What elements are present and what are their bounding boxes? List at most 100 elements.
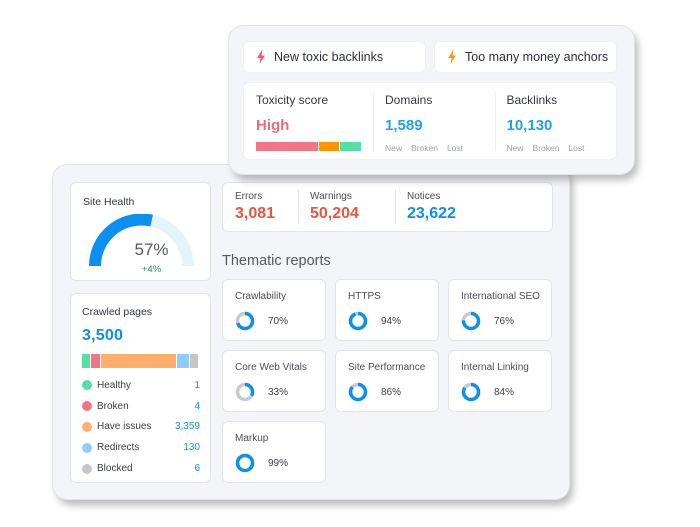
backlink-metrics-card: Toxicity score High Domains 1,589 New Br… bbox=[243, 82, 617, 160]
legend-item-broken[interactable]: Broken 4 bbox=[82, 396, 200, 417]
donut-progress-icon bbox=[461, 382, 481, 402]
toxicity-label: Toxicity score bbox=[256, 93, 329, 107]
legend-label: Redirects bbox=[97, 442, 140, 454]
warnings-value[interactable]: 50,204 bbox=[310, 205, 383, 223]
report-card-internal-linking[interactable]: Internal Linking 84% bbox=[448, 350, 552, 412]
report-card-markup[interactable]: Markup 99% bbox=[222, 421, 326, 483]
legend-label: Have issues bbox=[97, 421, 152, 433]
backlinks-label: Backlinks bbox=[506, 93, 558, 107]
report-card-core-web-vitals[interactable]: Core Web Vitals 33% bbox=[222, 350, 326, 412]
donut-fill bbox=[348, 311, 368, 331]
lightning-icon bbox=[257, 50, 265, 64]
site-health-title: Site Health bbox=[83, 196, 135, 208]
issues-summary-card: Errors 3,081 Warnings 50,204 Notices 23,… bbox=[222, 182, 553, 232]
report-card-crawlability[interactable]: Crawlability 70% bbox=[222, 279, 326, 341]
domains-new-link[interactable]: New bbox=[385, 143, 402, 153]
report-card-site-performance[interactable]: Site Performance 86% bbox=[335, 350, 439, 412]
legend-item-redirects[interactable]: Redirects 130 bbox=[82, 437, 200, 458]
report-title: Internal Linking bbox=[461, 362, 529, 373]
legend-label: Healthy bbox=[97, 379, 131, 391]
status-dot-icon bbox=[82, 380, 92, 391]
report-title: International SEO bbox=[461, 291, 540, 302]
domains-lost-link[interactable]: Lost bbox=[447, 143, 463, 153]
status-dot-icon bbox=[82, 421, 92, 432]
crawled-pages-card[interactable]: Crawled pages 3,500 Healthy 1 Broken 4 H… bbox=[70, 293, 211, 483]
status-dot-icon bbox=[82, 442, 92, 453]
toxicity-score-metric[interactable]: Toxicity score High bbox=[244, 83, 373, 159]
report-value: 84% bbox=[494, 386, 515, 398]
warnings-label: Warnings bbox=[310, 191, 352, 202]
legend-item-blocked[interactable]: Blocked 6 bbox=[82, 458, 200, 479]
backlinks-broken-link[interactable]: Broken bbox=[533, 143, 560, 153]
report-title: Markup bbox=[235, 433, 269, 444]
site-audit-panel: Site Health 57% +4% Crawled pages 3,500 … bbox=[53, 165, 569, 499]
legend-count[interactable]: 4 bbox=[194, 401, 200, 412]
legend-item-have-issues[interactable]: Have issues 3,359 bbox=[82, 417, 200, 438]
crawled-pages-total: 3,500 bbox=[82, 327, 124, 344]
donut-progress-icon bbox=[235, 382, 255, 402]
domains-value[interactable]: 1,589 bbox=[385, 117, 483, 134]
legend-label: Blocked bbox=[97, 463, 133, 475]
report-value: 70% bbox=[268, 315, 289, 327]
crawl-bar-segment bbox=[82, 354, 90, 368]
backlinks-new-link[interactable]: New bbox=[507, 143, 524, 153]
site-health-delta: +4% bbox=[141, 264, 162, 275]
report-title: Site Performance bbox=[348, 362, 426, 373]
toxicity-value: High bbox=[256, 117, 290, 134]
errors-value[interactable]: 3,081 bbox=[235, 205, 286, 223]
notices-value[interactable]: 23,622 bbox=[407, 205, 533, 223]
report-value: 33% bbox=[268, 386, 289, 398]
backlink-audit-panel: New toxic backlinks Too many money ancho… bbox=[229, 26, 634, 174]
toxicity-bar bbox=[256, 142, 361, 151]
donut-progress-icon bbox=[348, 311, 368, 331]
backlinks-lost-link[interactable]: Lost bbox=[568, 143, 584, 153]
report-value: 99% bbox=[268, 457, 289, 469]
crawled-pages-bar bbox=[82, 354, 200, 368]
backlinks-metric[interactable]: Backlinks 10,130 New Broken Lost bbox=[494, 83, 617, 159]
donut-progress-icon bbox=[461, 311, 481, 331]
report-card-https[interactable]: HTTPS 94% bbox=[335, 279, 439, 341]
legend-item-healthy[interactable]: Healthy 1 bbox=[82, 375, 200, 396]
lightning-icon bbox=[448, 50, 456, 64]
legend-count[interactable]: 3,359 bbox=[175, 421, 200, 432]
alert-label: New toxic backlinks bbox=[274, 50, 384, 64]
backlinks-value[interactable]: 10,130 bbox=[507, 117, 605, 134]
domains-metric[interactable]: Domains 1,589 New Broken Lost bbox=[373, 83, 495, 159]
report-card-international-seo[interactable]: International SEO 76% bbox=[448, 279, 552, 341]
donut-fill bbox=[235, 453, 255, 473]
status-dot-icon bbox=[82, 463, 92, 474]
donut-progress-icon bbox=[235, 453, 255, 473]
crawled-pages-title: Crawled pages bbox=[82, 306, 153, 318]
crawl-bar-segment bbox=[101, 354, 177, 368]
site-health-card[interactable]: Site Health 57% +4% bbox=[70, 182, 211, 281]
report-value: 86% bbox=[381, 386, 402, 398]
legend-label: Broken bbox=[97, 400, 129, 412]
donut-progress-icon bbox=[348, 382, 368, 402]
legend-count[interactable]: 130 bbox=[183, 442, 200, 453]
report-title: Crawlability bbox=[235, 291, 287, 302]
crawled-pages-legend: Healthy 1 Broken 4 Have issues 3,359 Red… bbox=[82, 375, 200, 479]
crawl-bar-segment bbox=[189, 354, 198, 368]
toxicity-bar-segment bbox=[340, 142, 361, 151]
report-value: 76% bbox=[494, 315, 515, 327]
domains-label: Domains bbox=[385, 93, 433, 107]
notices-label: Notices bbox=[407, 191, 441, 202]
toxicity-bar-segment bbox=[256, 142, 318, 151]
toxicity-bar-segment bbox=[318, 142, 340, 151]
thematic-reports-title: Thematic reports bbox=[222, 253, 331, 269]
legend-count[interactable]: 1 bbox=[194, 380, 200, 391]
alert-too-many-money-anchors[interactable]: Too many money anchors bbox=[434, 41, 617, 73]
alert-label: Too many money anchors bbox=[465, 50, 609, 64]
crawl-bar-segment bbox=[177, 354, 189, 368]
report-value: 94% bbox=[381, 315, 402, 327]
warnings-stat[interactable]: Warnings 50,204 bbox=[298, 183, 395, 231]
notices-stat[interactable]: Notices 23,622 bbox=[395, 183, 545, 231]
domains-broken-link[interactable]: Broken bbox=[411, 143, 438, 153]
donut-progress-icon bbox=[235, 311, 255, 331]
status-dot-icon bbox=[82, 401, 92, 412]
alert-new-toxic-backlinks[interactable]: New toxic backlinks bbox=[243, 41, 426, 73]
report-title: Core Web Vitals bbox=[235, 362, 307, 373]
errors-label: Errors bbox=[235, 191, 263, 202]
errors-stat[interactable]: Errors 3,081 bbox=[223, 183, 298, 231]
legend-count[interactable]: 6 bbox=[194, 463, 200, 474]
